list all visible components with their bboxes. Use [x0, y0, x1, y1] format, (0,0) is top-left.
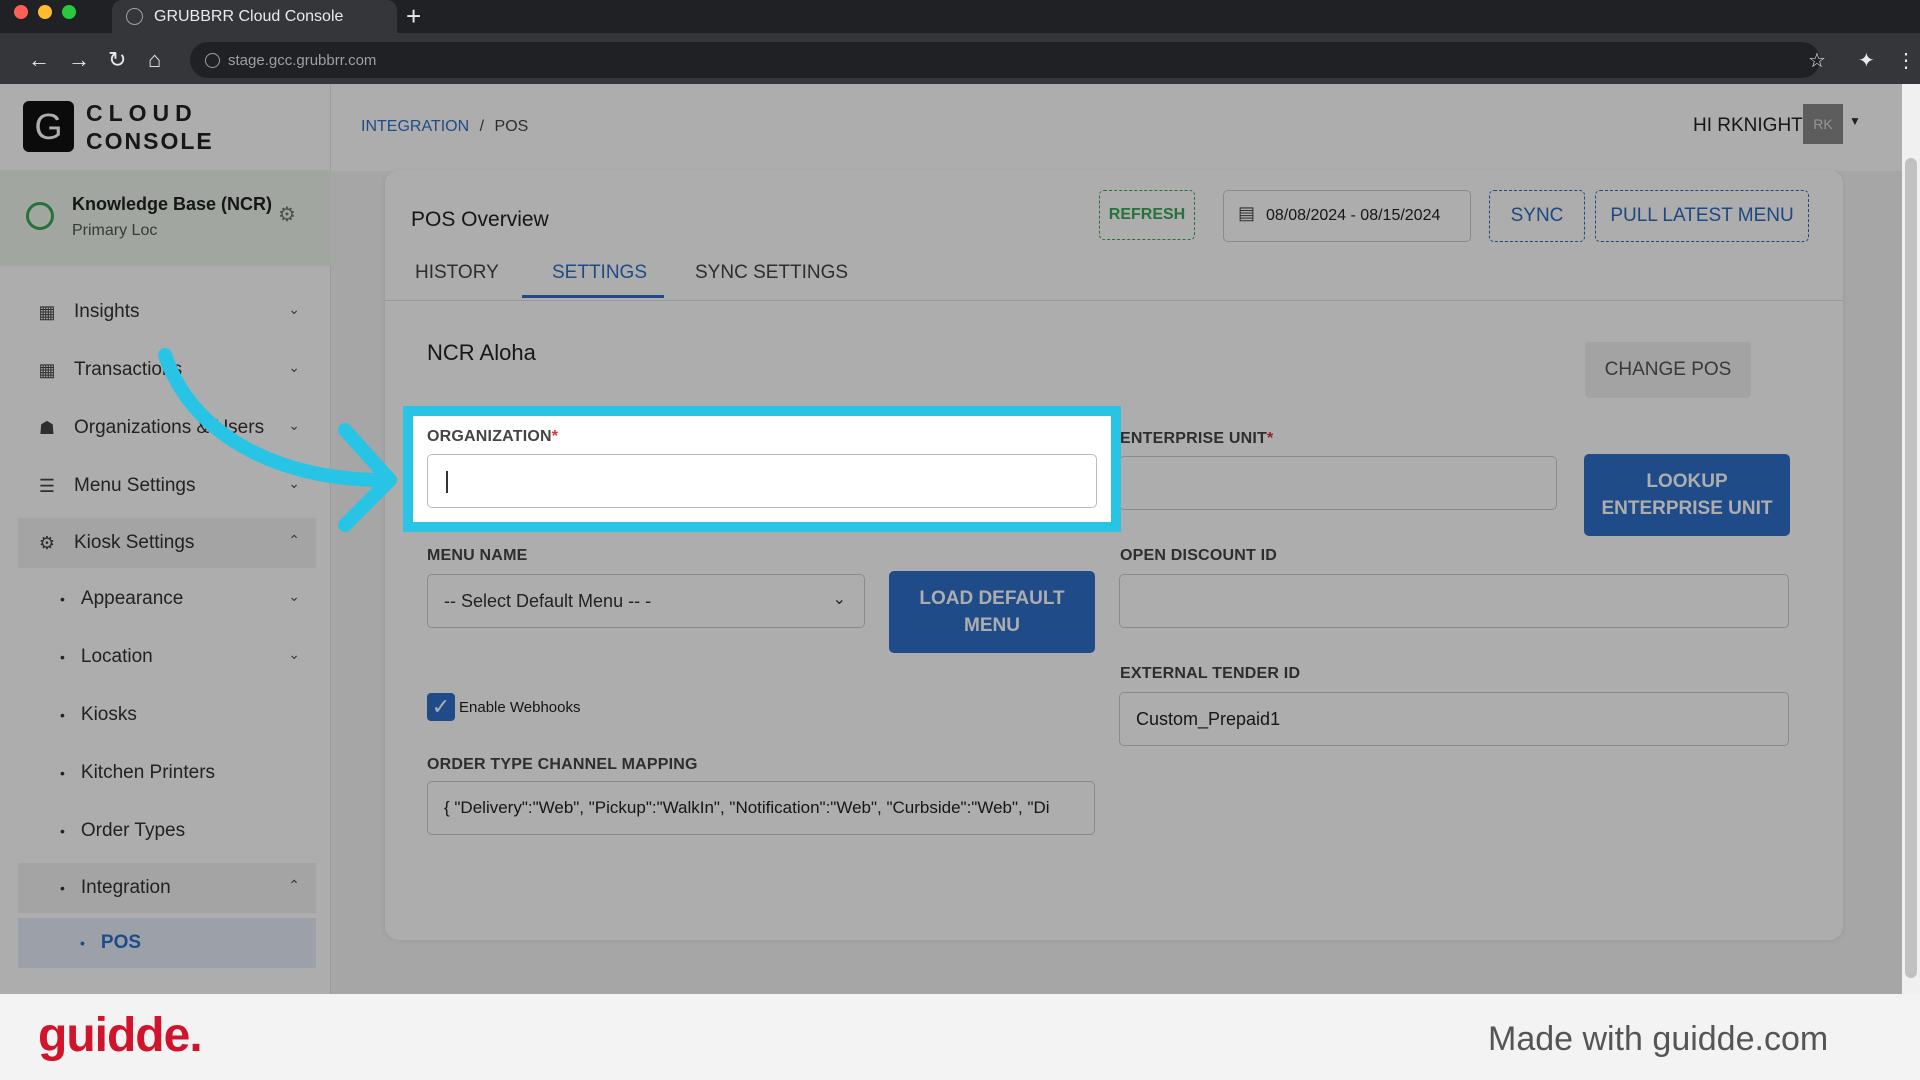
scrollbar-thumb[interactable]: [1905, 158, 1917, 978]
reload-icon[interactable]: ↻: [108, 49, 126, 71]
forward-arrow-icon[interactable]: →: [68, 49, 90, 71]
page-scrollbar[interactable]: [1902, 84, 1920, 994]
maximize-window-button[interactable]: [62, 5, 76, 19]
pointer-arrow-icon: [158, 348, 397, 532]
browser-tab-title: GRUBBRR Cloud Console: [154, 7, 344, 25]
home-icon[interactable]: ⌂: [148, 49, 161, 71]
close-window-button[interactable]: [14, 5, 28, 19]
made-with-text: Made with guidde.com: [1488, 1020, 1829, 1058]
new-tab-button[interactable]: +: [406, 2, 421, 30]
browser-tab[interactable]: GRUBBRR Cloud Console: [112, 0, 397, 33]
minimize-window-button[interactable]: [38, 5, 52, 19]
bookmark-star-icon[interactable]: ☆: [1808, 50, 1826, 72]
extensions-icon[interactable]: ✦: [1858, 50, 1875, 72]
guidde-logo: guidde.: [38, 1009, 203, 1062]
organization-input[interactable]: [427, 454, 1097, 508]
organization-label: ORGANIZATION*: [427, 428, 559, 445]
text-cursor: [446, 471, 448, 493]
browser-tab-bar: GRUBBRR Cloud Console +: [0, 0, 1920, 33]
highlight-box: ORGANIZATION*: [403, 406, 1121, 532]
globe-icon: [126, 8, 143, 25]
address-bar[interactable]: stage.gcc.grubbrr.com: [190, 42, 1820, 78]
site-info-icon[interactable]: [205, 53, 220, 68]
url-text: stage.gcc.grubbrr.com: [228, 51, 377, 69]
browser-menu-icon[interactable]: ⋮: [1896, 50, 1916, 72]
back-arrow-icon[interactable]: ←: [28, 49, 50, 71]
footer-banner: guidde. Made with guidde.com: [0, 994, 1920, 1080]
